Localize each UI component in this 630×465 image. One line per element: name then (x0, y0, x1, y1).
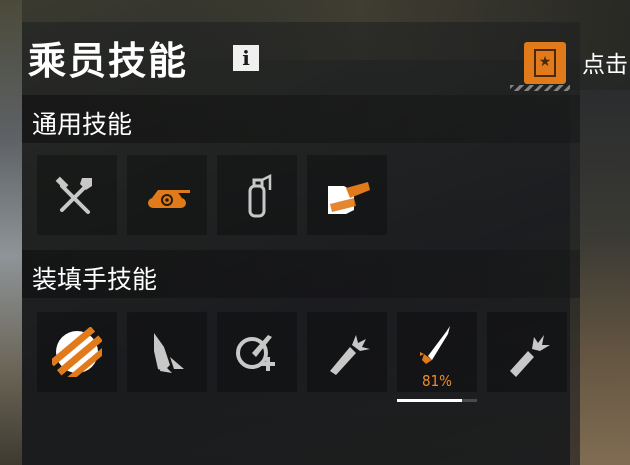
shell-training-icon (420, 326, 450, 364)
crew-skills-panel: 乘员技能 i 通用技能 装填手技能 81% (22, 22, 580, 465)
ammo-rack-icon (52, 327, 102, 377)
repair-tools-icon (55, 176, 92, 214)
shell-reload-icon (236, 335, 275, 371)
section-label: 装填手技能 (32, 265, 158, 294)
skill-progress-fill (397, 399, 462, 402)
info-icon[interactable]: i (233, 45, 259, 71)
skill-brothers-in-arms[interactable] (307, 155, 387, 235)
skill-progress-text: 81% (422, 372, 452, 390)
skill-repair[interactable] (37, 155, 117, 235)
personal-file-icon: ★ (524, 42, 566, 84)
hint-text: 点击 (582, 52, 628, 78)
shell-break-icon (510, 335, 550, 377)
camouflage-tank-icon (148, 190, 190, 208)
skill-shell-break[interactable] (487, 312, 567, 392)
skill-shell-reload[interactable] (217, 312, 297, 392)
skill-firefighting[interactable] (217, 155, 297, 235)
background-left (0, 0, 22, 465)
hint-stripes (510, 85, 570, 91)
skill-shell-fin[interactable] (127, 312, 207, 392)
brothers-in-arms-icon (328, 182, 370, 214)
skill-camouflage[interactable] (127, 155, 207, 235)
section-label: 通用技能 (32, 110, 133, 139)
fire-extinguisher-icon (248, 173, 272, 218)
page-title: 乘员技能 (28, 39, 189, 83)
hint-button[interactable]: ★ 点击 (510, 35, 630, 91)
shell-fin-icon (154, 333, 184, 373)
skill-shell-training[interactable]: 81% (397, 312, 477, 402)
section-header-loader: 装填手技能 (22, 250, 580, 298)
shell-burst-icon (330, 335, 370, 375)
skill-ammo-rack[interactable] (37, 312, 117, 392)
section-header-common: 通用技能 (22, 95, 580, 143)
skill-shell-burst[interactable] (307, 312, 387, 392)
skill-progress-bar (397, 399, 477, 402)
